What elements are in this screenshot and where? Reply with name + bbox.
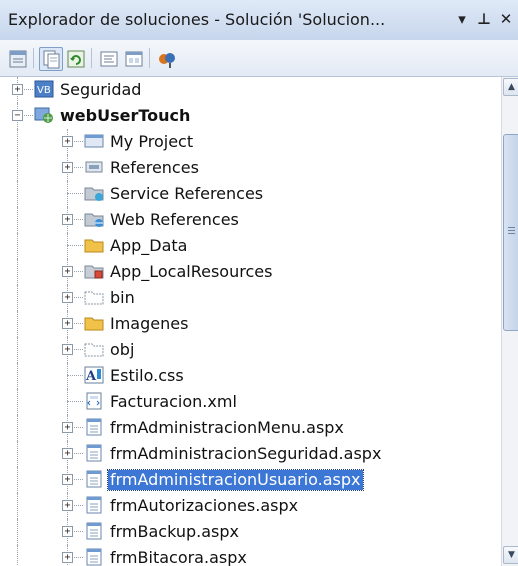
- tree-item[interactable]: + App_LocalResources: [0, 259, 500, 285]
- solution-tree[interactable]: + VB Seguridad − webUserTouch + My Project + Ref…: [0, 77, 500, 566]
- excluded-folder-icon: [84, 340, 104, 358]
- tree-item[interactable]: + frmBitacora.aspx: [0, 545, 500, 566]
- aspx-file-icon: [84, 470, 104, 488]
- tree-item-label: frmAdministracionUsuario.aspx: [107, 469, 364, 491]
- expand-icon[interactable]: +: [12, 84, 23, 95]
- expand-icon[interactable]: +: [62, 474, 73, 485]
- expand-icon[interactable]: +: [62, 500, 73, 511]
- close-icon[interactable]: ✕: [497, 8, 515, 30]
- expand-icon[interactable]: +: [62, 422, 73, 433]
- tree-item[interactable]: + Imagenes: [0, 311, 500, 337]
- tree-item-label: frmAdministracionSeguridad.aspx: [110, 444, 382, 463]
- expand-icon[interactable]: +: [62, 266, 73, 277]
- tree-item[interactable]: − webUserTouch: [0, 103, 500, 129]
- tree-item-label: webUserTouch: [60, 106, 191, 125]
- expand-icon[interactable]: +: [62, 318, 73, 329]
- view-designer-icon[interactable]: [122, 47, 146, 71]
- window-title: Explorador de soluciones - Solución 'Sol…: [8, 10, 386, 29]
- tree-item[interactable]: Facturacion.xml: [0, 389, 500, 415]
- aspx-file-icon: [84, 418, 104, 436]
- folder-icon: [84, 236, 104, 254]
- tree-item-label: frmAutorizaciones.aspx: [110, 496, 299, 515]
- tree-item[interactable]: + frmAdministracionUsuario.aspx: [0, 467, 500, 493]
- tree-item-label: frmBitacora.aspx: [110, 548, 247, 566]
- excluded-folder-icon: [84, 288, 104, 306]
- expand-icon[interactable]: +: [62, 526, 73, 537]
- tree-item-label: App_LocalResources: [110, 262, 273, 281]
- tree-item[interactable]: + obj: [0, 337, 500, 363]
- vertical-scrollbar[interactable]: ▲ ▼: [501, 77, 518, 566]
- folder-icon: [84, 314, 104, 332]
- toolbar: [0, 40, 518, 77]
- properties-icon[interactable]: [6, 47, 30, 71]
- tree-item-label: Imagenes: [110, 314, 189, 333]
- xml-file-icon: [84, 392, 104, 410]
- expand-icon[interactable]: +: [62, 344, 73, 355]
- tree-item[interactable]: Service References: [0, 181, 500, 207]
- tree-item[interactable]: + VB Seguridad: [0, 77, 500, 103]
- tree-item[interactable]: + My Project: [0, 129, 500, 155]
- tree-item[interactable]: + frmAutorizaciones.aspx: [0, 493, 500, 519]
- expand-icon[interactable]: +: [62, 136, 73, 147]
- title-bar[interactable]: Explorador de soluciones - Solución 'Sol…: [0, 0, 518, 41]
- tree-item[interactable]: + References: [0, 155, 500, 181]
- show-all-files-icon[interactable]: [39, 47, 63, 71]
- tree-item[interactable]: + frmAdministracionSeguridad.aspx: [0, 441, 500, 467]
- tree-item-label: obj: [110, 340, 135, 359]
- aspx-file-icon: [84, 548, 104, 566]
- tree-item-label: Seguridad: [60, 80, 142, 99]
- solution-explorer-window: Explorador de soluciones - Solución 'Sol…: [0, 0, 518, 566]
- tree-item-label: frmAdministracionMenu.aspx: [110, 418, 344, 437]
- expand-icon[interactable]: +: [62, 552, 73, 563]
- tree-item-label: Facturacion.xml: [110, 392, 237, 411]
- aspx-file-icon: [84, 444, 104, 462]
- svg-text:VB: VB: [37, 85, 51, 96]
- service-references-icon: [84, 184, 104, 202]
- scroll-down-icon[interactable]: ▼: [503, 546, 518, 564]
- collapse-icon[interactable]: −: [12, 110, 23, 121]
- tree-item-label: App_Data: [110, 236, 188, 255]
- scroll-up-icon[interactable]: ▲: [503, 78, 518, 96]
- tree-item-label: bin: [110, 288, 135, 307]
- aspx-file-icon: [84, 522, 104, 540]
- tree-item[interactable]: App_Data: [0, 233, 500, 259]
- tree-item-label: Service References: [110, 184, 264, 203]
- tree-item-label: Web References: [110, 210, 239, 229]
- expand-icon[interactable]: +: [62, 292, 73, 303]
- tree-item[interactable]: + Web References: [0, 207, 500, 233]
- expand-icon[interactable]: +: [62, 448, 73, 459]
- tree-item-label: frmBackup.aspx: [110, 522, 240, 541]
- refresh-icon[interactable]: [64, 47, 88, 71]
- web-references-icon: [84, 210, 104, 228]
- references-icon: [84, 158, 104, 176]
- tree-item[interactable]: + frmAdministracionMenu.aspx: [0, 415, 500, 441]
- tree-item[interactable]: A Estilo.css: [0, 363, 500, 389]
- view-code-icon[interactable]: [97, 47, 121, 71]
- my-project-icon: [84, 132, 104, 150]
- vb-project-icon: VB: [34, 80, 54, 98]
- pin-icon[interactable]: ⊥: [475, 8, 493, 30]
- resources-folder-icon: [84, 262, 104, 280]
- tree-item-label: References: [110, 158, 199, 177]
- scroll-thumb[interactable]: [503, 134, 518, 331]
- svg-text:A: A: [85, 369, 97, 384]
- dropdown-icon[interactable]: ▾: [453, 8, 471, 30]
- expand-icon[interactable]: +: [62, 162, 73, 173]
- tree-item[interactable]: + frmBackup.aspx: [0, 519, 500, 545]
- expand-icon[interactable]: +: [62, 214, 73, 225]
- css-file-icon: A: [84, 366, 104, 384]
- aspx-file-icon: [84, 496, 104, 514]
- web-project-icon: [34, 106, 54, 124]
- tree-item-label: Estilo.css: [110, 366, 184, 385]
- class-diagram-icon[interactable]: [155, 47, 179, 71]
- tree-item[interactable]: + bin: [0, 285, 500, 311]
- tree-item-label: My Project: [110, 132, 194, 151]
